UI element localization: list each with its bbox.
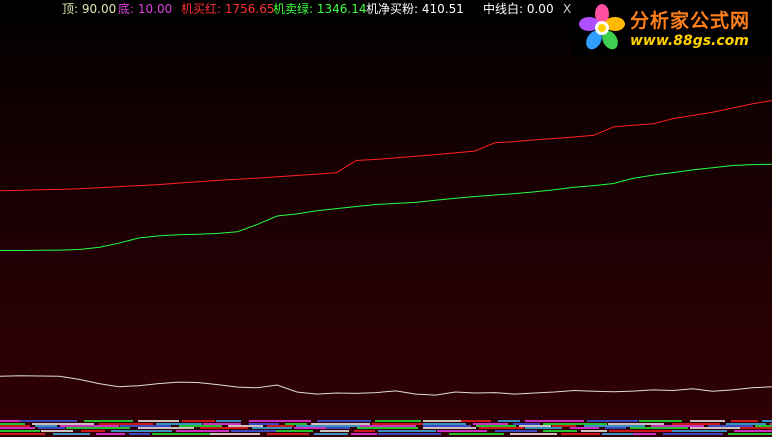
series-line-3: [0, 375, 772, 396]
chart-canvas: [0, 100, 772, 435]
net-buy-value-label: 机净买粉: 410.51: [366, 2, 464, 16]
top-value-label: 顶: 90.00: [62, 2, 117, 16]
logo-url: www.88gs.com: [630, 33, 749, 49]
flower-logo-icon: [579, 4, 625, 50]
midline-value-label: 中线白: 0.00: [483, 2, 554, 16]
bottom-indicator-band: [0, 420, 772, 435]
buy-red-value-label: 机买红: 1756.65: [181, 2, 275, 16]
site-logo: 分析家公式网 www.88gs.com: [572, 0, 772, 57]
sell-green-value-label: 机卖绿: 1346.14: [273, 2, 367, 16]
x-value-label: X: [563, 2, 572, 16]
logo-name: 分析家公式网: [630, 10, 751, 32]
series-line-1: [0, 100, 772, 192]
series-line-2: [0, 163, 772, 251]
bottom-value-label: 底: 10.00: [118, 2, 173, 16]
